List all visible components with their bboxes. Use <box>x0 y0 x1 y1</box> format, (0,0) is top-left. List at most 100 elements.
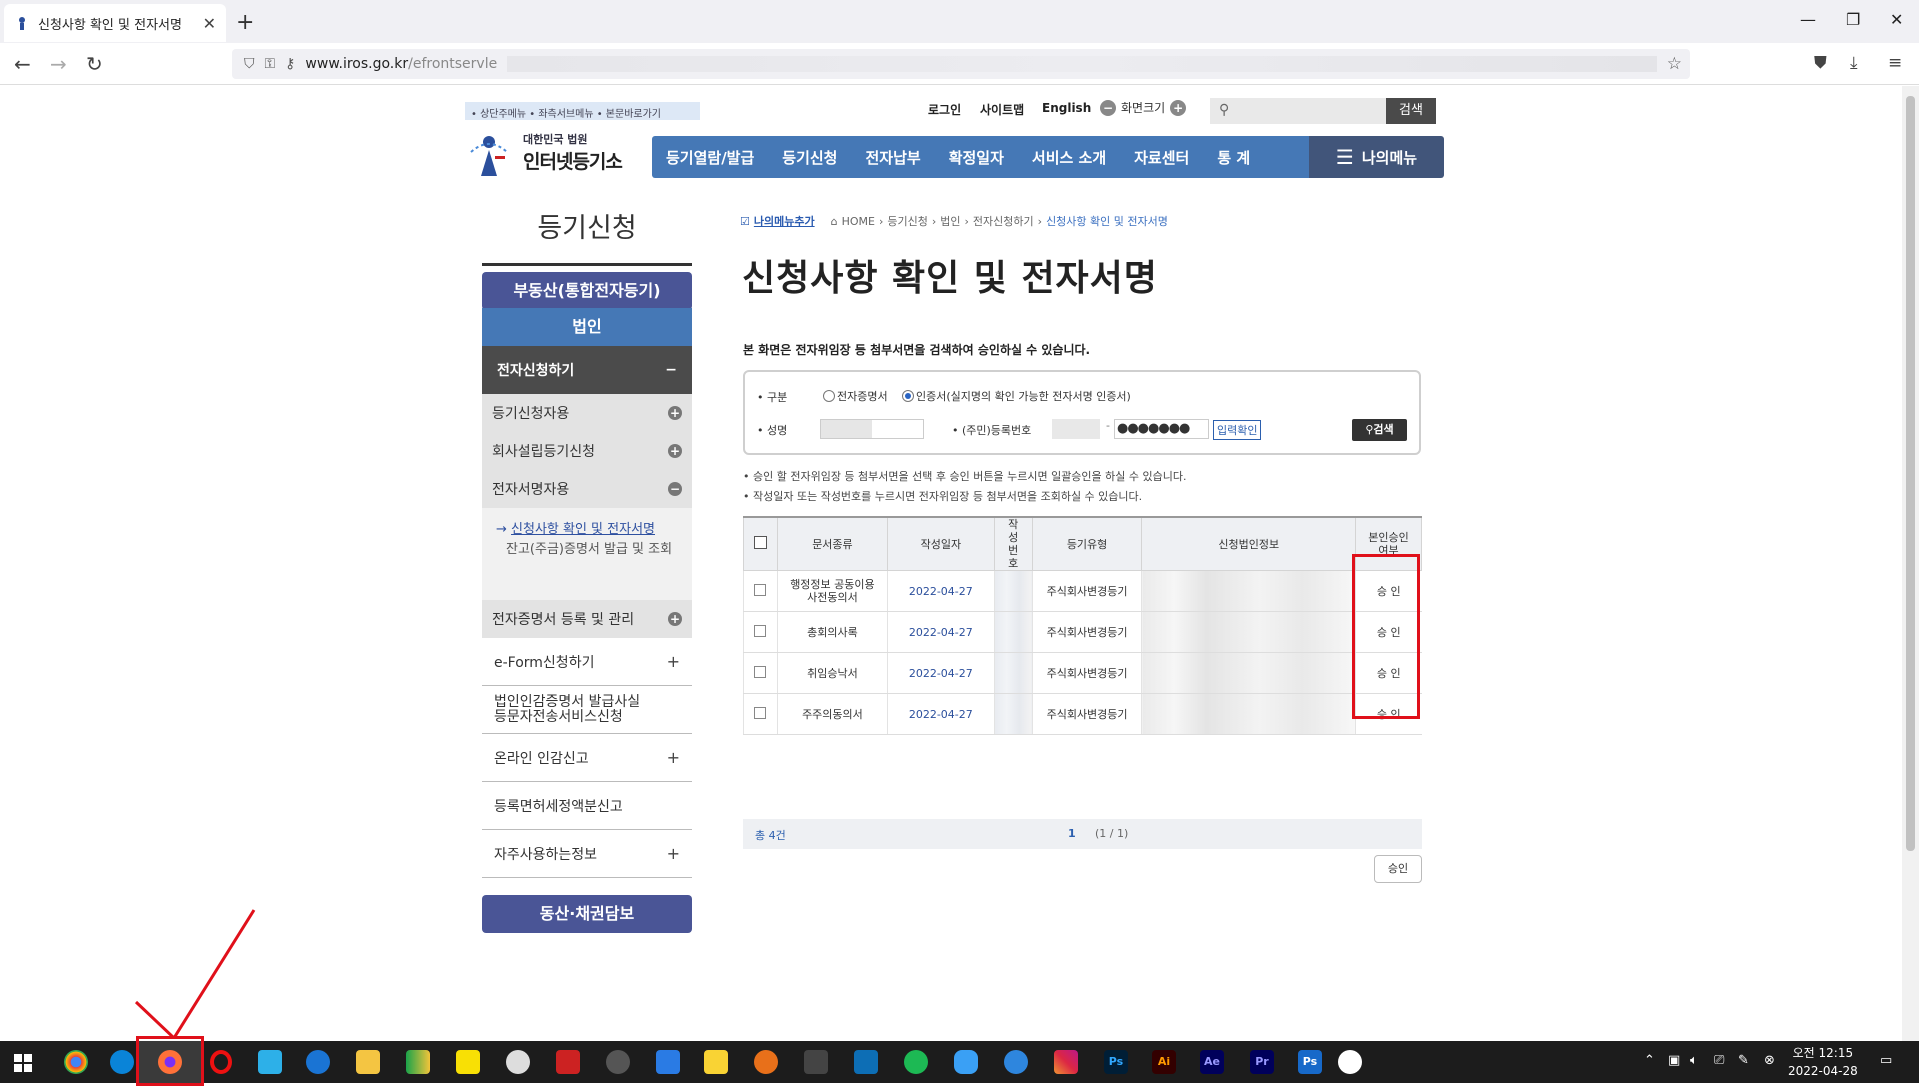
doc-number-redacted[interactable] <box>993 693 1033 735</box>
file-explorer-icon[interactable] <box>356 1050 380 1074</box>
doc-date-link[interactable]: 2022-04-27 <box>886 693 995 735</box>
forward-icon[interactable]: → <box>50 52 67 76</box>
restore-icon[interactable]: ❐ <box>1846 10 1860 29</box>
row-checkbox[interactable] <box>754 706 767 719</box>
bookmark-star-icon[interactable]: ☆ <box>1667 54 1682 74</box>
gnb-item-view-issue[interactable]: 등기열람/발급 <box>652 147 768 168</box>
breadcrumb-e-apply[interactable]: 전자신청하기 <box>973 213 1034 229</box>
sidebar-group-company-setup[interactable]: 회사설립등기신청 + <box>482 432 692 470</box>
app-bird-icon[interactable] <box>258 1050 282 1074</box>
doc-date-link[interactable]: 2022-04-27 <box>886 570 995 612</box>
app-teal-icon[interactable] <box>854 1050 878 1074</box>
gnb-item-fixed-date[interactable]: 확정일자 <box>935 147 1018 168</box>
app-white-icon[interactable] <box>1338 1050 1362 1074</box>
app-blue-icon[interactable] <box>656 1050 680 1074</box>
english-link[interactable]: English <box>1042 101 1091 115</box>
address-bar[interactable]: ⛉ ⚿ ⚷ www.iros.go.kr /efrontservle ☆ <box>232 49 1690 79</box>
sidebar-corporation[interactable]: 법인 <box>482 308 692 346</box>
app-red-icon[interactable] <box>556 1050 580 1074</box>
sidebar-e-apply[interactable]: 전자신청하기 − <box>482 346 692 394</box>
network-icon[interactable]: ⎚ <box>1714 1053 1724 1068</box>
tray-app-icon[interactable]: ▣ <box>1668 1053 1680 1068</box>
premiere-icon[interactable]: Pr <box>1250 1050 1274 1074</box>
doc-number-redacted[interactable] <box>993 611 1033 653</box>
gnb-item-resources[interactable]: 자료센터 <box>1120 147 1203 168</box>
sidebar-link-online-seal[interactable]: 온라인 인감신고 + <box>482 734 692 782</box>
close-tab-icon[interactable]: ✕ <box>203 14 216 33</box>
pen-icon[interactable]: ✎ <box>1738 1053 1749 1068</box>
app-cube-icon[interactable] <box>804 1050 828 1074</box>
reg-number-front-input[interactable] <box>1052 419 1100 439</box>
sticky-notes-icon[interactable] <box>704 1050 728 1074</box>
login-link[interactable]: 로그인 <box>928 101 961 118</box>
download-icon[interactable]: ⤓ <box>1850 53 1858 73</box>
app-orange-icon[interactable] <box>754 1050 778 1074</box>
page-scrollbar[interactable] <box>1902 86 1919 1041</box>
new-tab-icon[interactable]: + <box>236 10 254 35</box>
breadcrumb-apply[interactable]: 등기신청 <box>887 213 927 229</box>
browser-tab[interactable]: 신청사항 확인 및 전자서명 ✕ <box>4 4 226 42</box>
sidebar-link-frequent-info[interactable]: 자주사용하는정보 + <box>482 830 692 878</box>
sidebar-real-estate[interactable]: 부동산(통합전자등기) <box>482 272 692 310</box>
sidebar-link-eform[interactable]: e-Form신청하기 + <box>482 638 692 686</box>
tray-chevron-icon[interactable]: ⌃ <box>1644 1053 1655 1068</box>
name-input[interactable] <box>820 419 924 439</box>
approve-button[interactable]: 승인 <box>1374 855 1422 883</box>
row-checkbox[interactable] <box>754 583 767 596</box>
after-effects-icon[interactable]: Ae <box>1200 1050 1224 1074</box>
volume-icon[interactable]: 🔈︎ <box>1690 1053 1698 1068</box>
notification-icon[interactable]: ▭ <box>1880 1053 1892 1068</box>
app-green-icon[interactable] <box>406 1050 430 1074</box>
sidebar-movable-collateral[interactable]: 동산·채권담보 <box>482 895 692 933</box>
opera-icon[interactable] <box>210 1050 232 1074</box>
instagram-icon[interactable] <box>1054 1050 1078 1074</box>
window-close-icon[interactable]: ✕ <box>1890 10 1903 29</box>
minimize-icon[interactable]: — <box>1800 10 1816 29</box>
kakaotalk-icon[interactable] <box>456 1050 480 1074</box>
reload-icon[interactable]: ↻ <box>86 52 103 76</box>
doc-number-redacted[interactable] <box>993 652 1033 694</box>
photoshop-icon[interactable]: Ps <box>1104 1050 1128 1074</box>
cloud-icon[interactable] <box>954 1050 978 1074</box>
gnb-item-payment[interactable]: 전자납부 <box>851 147 934 168</box>
app-swirl-icon[interactable] <box>606 1050 630 1074</box>
sidebar-group-applicant[interactable]: 등기신청자용 + <box>482 394 692 432</box>
windows-start-icon[interactable] <box>14 1054 32 1072</box>
app-q-icon[interactable] <box>1004 1050 1028 1074</box>
radio-e-cert[interactable]: 전자증명서 <box>823 388 888 404</box>
tray-x-icon[interactable]: ⊗ <box>1764 1053 1775 1068</box>
page-number[interactable]: 1 <box>1068 827 1076 840</box>
doc-date-link[interactable]: 2022-04-27 <box>886 611 995 653</box>
sitemap-link[interactable]: 사이트맵 <box>980 101 1024 118</box>
menu-icon[interactable]: ≡ <box>1888 53 1902 73</box>
chrome-icon[interactable] <box>64 1050 88 1074</box>
gnb-item-apply[interactable]: 등기신청 <box>768 147 851 168</box>
breadcrumb-corp[interactable]: 법인 <box>940 213 960 229</box>
sidebar-sub-balance[interactable]: 잔고(주금)증명서 발급 및 조회 <box>496 540 682 560</box>
my-menu-button[interactable]: ☰ 나의메뉴 <box>1309 136 1444 178</box>
doc-date-link[interactable]: 2022-04-27 <box>886 652 995 694</box>
sidebar-group-signer[interactable]: 전자서명자용 − <box>482 470 692 508</box>
reg-number-back-input[interactable]: ●●●●●●● <box>1114 419 1209 439</box>
zoom-in-icon[interactable]: + <box>1170 99 1187 116</box>
sidebar-link-license-tax[interactable]: 등록면허세정액분신고 <box>482 782 692 830</box>
search-button[interactable]: ⚲검색 <box>1352 419 1407 441</box>
illustrator-icon[interactable]: Ai <box>1152 1050 1176 1074</box>
sidebar-sub-active[interactable]: → 신청사항 확인 및 전자서명 <box>496 520 682 540</box>
gnb-item-stats[interactable]: 통 계 <box>1203 147 1264 168</box>
input-confirm-button[interactable]: 입력확인 <box>1213 420 1262 440</box>
photoshop-alt-icon[interactable]: Ps <box>1298 1050 1322 1074</box>
edge-icon[interactable] <box>110 1050 134 1074</box>
ie-icon[interactable] <box>306 1050 330 1074</box>
row-checkbox[interactable] <box>754 665 767 678</box>
site-search-input[interactable]: ⚲ <box>1210 98 1386 124</box>
app-circle-icon[interactable] <box>506 1050 530 1074</box>
row-checkbox[interactable] <box>754 624 767 637</box>
scrollbar-thumb[interactable] <box>1906 96 1915 851</box>
doc-number-redacted[interactable] <box>993 570 1033 612</box>
site-search-button[interactable]: 검색 <box>1386 98 1436 124</box>
pocket-icon[interactable]: ⛊ <box>1814 53 1827 73</box>
add-my-menu-link[interactable]: 나의메뉴추가 <box>754 213 815 229</box>
select-all-checkbox[interactable] <box>753 536 767 549</box>
skip-links[interactable]: • 상단주메뉴 • 좌측서브메뉴 • 본문바로가기 <box>465 102 700 120</box>
